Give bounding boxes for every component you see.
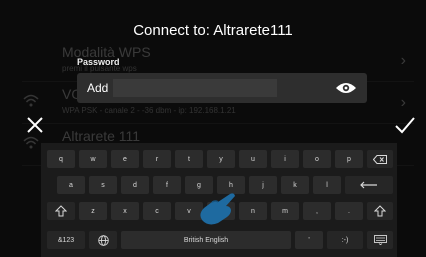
- key-x[interactable]: x: [111, 202, 139, 220]
- backspace-icon: [373, 154, 387, 164]
- eye-icon[interactable]: [335, 81, 357, 95]
- dialog-title: Connect to: Altrarete111: [133, 22, 293, 39]
- key-a[interactable]: a: [57, 176, 85, 194]
- shift-icon: [374, 205, 386, 217]
- shift-key-left[interactable]: [47, 202, 75, 220]
- wifi-password-screen: Modalità WPS premi il pulsante wps › VOD…: [0, 0, 426, 257]
- key-r[interactable]: r: [143, 150, 171, 168]
- symbols-key[interactable]: &123: [47, 231, 85, 249]
- key-d[interactable]: d: [121, 176, 149, 194]
- key-e[interactable]: e: [111, 150, 139, 168]
- key-u[interactable]: u: [239, 150, 267, 168]
- password-label: Password: [77, 57, 120, 67]
- key-t[interactable]: t: [175, 150, 203, 168]
- key-q[interactable]: q: [47, 150, 75, 168]
- key-f[interactable]: f: [153, 176, 181, 194]
- checkmark-icon: [395, 117, 415, 134]
- key-apostrophe[interactable]: ': [295, 231, 323, 249]
- close-icon: [27, 117, 43, 133]
- chevron-right-icon: ›: [400, 94, 406, 111]
- emoticon-key[interactable]: :-): [327, 231, 363, 249]
- text-selection-highlight: [113, 79, 277, 97]
- globe-icon: [97, 234, 109, 246]
- chevron-right-icon: ›: [400, 52, 406, 69]
- keyboard-icon: [373, 235, 387, 245]
- keyboard-row-4: &123 British English ' :-): [41, 231, 397, 249]
- keyboard-row-1: q w e r t y u i o p: [41, 150, 397, 168]
- key-z[interactable]: z: [79, 202, 107, 220]
- network-name: Altrarete 111: [62, 128, 141, 144]
- key-s[interactable]: s: [89, 176, 117, 194]
- password-field[interactable]: Add: [77, 73, 367, 103]
- enter-key[interactable]: [345, 176, 393, 194]
- key-y[interactable]: y: [207, 150, 235, 168]
- close-button[interactable]: [22, 112, 48, 138]
- space-key[interactable]: British English: [121, 231, 291, 249]
- password-value: Add: [87, 81, 109, 95]
- key-k[interactable]: k: [281, 176, 309, 194]
- key-w[interactable]: w: [79, 150, 107, 168]
- hand-pointer-icon: [200, 193, 235, 225]
- key-m[interactable]: m: [271, 202, 299, 220]
- key-c[interactable]: c: [143, 202, 171, 220]
- key-period[interactable]: .: [335, 202, 363, 220]
- wifi-icon: [23, 94, 39, 107]
- key-n[interactable]: n: [239, 202, 267, 220]
- enter-icon: [360, 181, 377, 189]
- key-o[interactable]: o: [303, 150, 331, 168]
- confirm-button[interactable]: [392, 112, 418, 138]
- key-l[interactable]: l: [313, 176, 341, 194]
- shift-key-right[interactable]: [367, 202, 393, 220]
- network-meta: WPA PSK - canale 2 - -36 dbm - ip: 192.1…: [62, 106, 236, 115]
- key-comma[interactable]: ,: [303, 202, 331, 220]
- key-p[interactable]: p: [335, 150, 363, 168]
- language-key[interactable]: [89, 231, 117, 249]
- key-i[interactable]: i: [271, 150, 299, 168]
- backspace-key[interactable]: [367, 150, 393, 168]
- hide-keyboard-key[interactable]: [367, 231, 393, 249]
- key-j[interactable]: j: [249, 176, 277, 194]
- shift-icon: [55, 205, 67, 217]
